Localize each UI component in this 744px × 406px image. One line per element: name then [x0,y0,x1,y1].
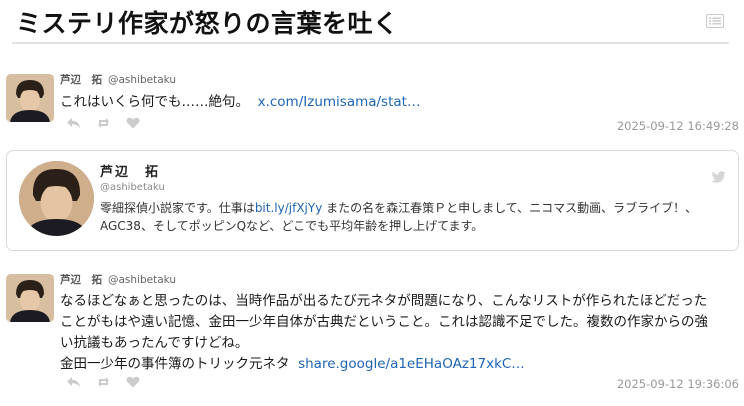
profile-handle[interactable]: @ashibetaku [100,182,165,193]
tweet-text: なるほどなぁと思ったのは、当時作品が出るたび元ネタが問題になり、こんなリストが作… [60,291,708,375]
tweet-text-line: 金田一少年の事件簿のトリック元ネタ share.google/a1eEHaOAz… [60,354,708,375]
profile-bio-line: AGC38、そしてポッピンQなど、どこでも平均年齢を押し上げてます。 [100,219,484,233]
list-icon[interactable] [706,14,724,28]
tweet-timestamp[interactable]: 2025-09-12 19:36:06 [617,377,739,391]
page-title: ミステリ作家が怒りの言葉を吐く [16,9,399,38]
tweet-text-line: これはいくら何でも……絶句。 [60,94,249,110]
tweet-actions [66,376,140,388]
tweet-header: 芦辺 拓 @ashibetaku [60,72,176,87]
bio-text: またの名を森江春策Ｐと申しまして、ニコマス動画、ラブライブ！、 [322,201,698,215]
profile-bio-line: 零細探偵小説家です。仕事はbit.ly/jfXjYy またの名を森江春策Ｐと申し… [100,199,720,217]
bio-link[interactable]: bit.ly/jfXjYy [255,201,323,215]
profile-name[interactable]: 芦辺 拓 [100,161,160,180]
reply-icon[interactable] [66,117,81,129]
twitter-bird-icon [711,171,726,183]
tweet-text: これはいくら何でも……絶句。 x.com/Izumisama/stat… [60,92,420,113]
avatar[interactable] [19,161,94,236]
reply-icon[interactable] [66,376,81,388]
tweet-text-line: なるほどなぁと思ったのは、当時作品が出るたび元ネタが問題になり、こんなリストが作… [60,293,708,309]
tweet-actions [66,117,140,129]
tweet-text-segment: 金田一少年の事件簿のトリック元ネタ [60,356,290,372]
tweet-timestamp[interactable]: 2025-09-12 16:49:28 [617,119,739,133]
tweet-text-line: い抗議もあったんですけどね。 [60,335,249,351]
avatar[interactable] [6,274,54,322]
tweet-text-line: ことがもはや遠い記憶、金田一少年自体が古典だということ。これは認識不足でした。複… [60,314,708,330]
avatar[interactable] [6,74,54,122]
tweet-header: 芦辺 拓 @ashibetaku [60,272,176,287]
title-divider [12,42,729,44]
bio-text: 零細探偵小説家です。仕事は [100,201,255,215]
profile-card[interactable]: 芦辺 拓 @ashibetaku 零細探偵小説家です。仕事はbit.ly/jfX… [6,150,739,251]
tweet-link[interactable]: x.com/Izumisama/stat… [258,94,421,110]
heart-icon[interactable] [126,117,140,129]
retweet-icon[interactable] [96,376,111,388]
author-name[interactable]: 芦辺 拓 [60,74,102,86]
author-handle[interactable]: @ashibetaku [108,74,176,86]
tweet-link[interactable]: share.google/a1eEHaOAz17xkC… [298,356,525,372]
heart-icon[interactable] [126,376,140,388]
retweet-icon[interactable] [96,117,111,129]
author-handle[interactable]: @ashibetaku [108,274,176,286]
author-name[interactable]: 芦辺 拓 [60,274,102,286]
profile-bio: 零細探偵小説家です。仕事はbit.ly/jfXjYy またの名を森江春策Ｐと申し… [100,199,720,235]
